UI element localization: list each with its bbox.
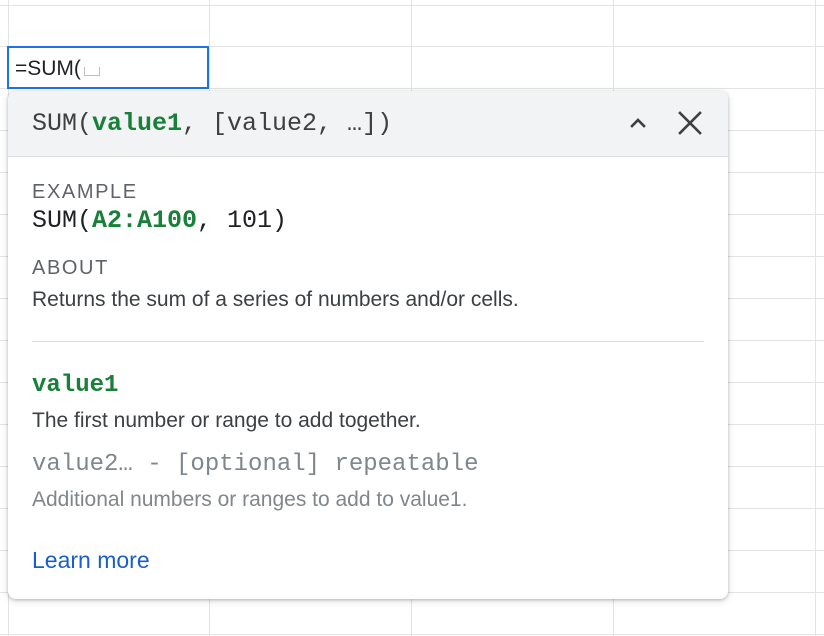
signature-rest: , [value2, …])	[182, 109, 393, 138]
close-icon	[678, 111, 702, 135]
param-description-value2: Additional numbers or ranges to add to v…	[32, 488, 468, 511]
formula-help-popup: SUM(value1, [value2, …]) EXAMPLE SUM(A2:…	[8, 91, 728, 599]
active-cell-editor[interactable]: =SUM(	[7, 46, 209, 89]
section-divider	[32, 341, 704, 342]
signature-fn-name: SUM(	[32, 109, 93, 138]
chevron-up-icon	[630, 118, 646, 128]
signature-active-arg: value1	[92, 109, 183, 138]
about-heading: ABOUT	[32, 257, 109, 279]
about-description: Returns the sum of a series of numbers a…	[32, 288, 519, 311]
learn-more-link[interactable]: Learn more	[32, 545, 150, 575]
space-hint-icon	[83, 67, 100, 76]
param-name-value1: value1	[32, 372, 119, 399]
example-range: A2:A100	[92, 206, 198, 235]
formula-value: =SUM(	[15, 57, 81, 80]
close-button[interactable]	[672, 105, 708, 141]
param-description-value1: The first number or range to add togethe…	[32, 409, 421, 432]
function-signature: SUM(value1, [value2, …])	[32, 108, 392, 140]
grid-row-line	[0, 5, 824, 6]
collapse-button[interactable]	[620, 105, 656, 141]
grid-column-line	[815, 0, 816, 636]
cell-formula-text[interactable]: =SUM(	[15, 56, 100, 82]
example-rest: , 101)	[197, 206, 288, 235]
grid-row-line	[0, 634, 824, 635]
example-fn-name: SUM(	[32, 206, 93, 235]
popup-header: SUM(value1, [value2, …])	[8, 91, 728, 157]
example-heading: EXAMPLE	[32, 181, 138, 203]
example-formula: SUM(A2:A100, 101)	[32, 205, 287, 237]
param-name-value2: value2… - [optional] repeatable	[32, 451, 479, 478]
